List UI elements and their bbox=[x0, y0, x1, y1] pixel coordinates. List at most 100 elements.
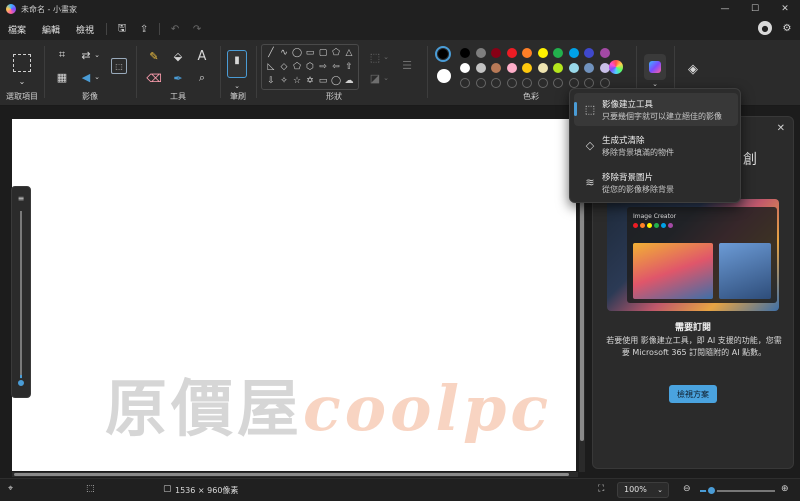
cloud-callout-shape-icon[interactable]: ☁ bbox=[343, 75, 355, 87]
custom-color-slot[interactable] bbox=[491, 78, 501, 88]
custom-color-slot[interactable] bbox=[568, 78, 579, 88]
right-triangle-shape-icon[interactable]: ◺ bbox=[265, 61, 277, 73]
left-arrow-shape-icon[interactable]: ⇦ bbox=[330, 61, 342, 73]
chevron-down-icon[interactable]: ⌄ bbox=[93, 48, 101, 62]
zoom-slider-knob[interactable] bbox=[706, 485, 717, 496]
rectangle-select-icon[interactable] bbox=[13, 54, 31, 72]
crop-icon[interactable]: ⌗ bbox=[55, 48, 69, 62]
curve-shape-icon[interactable]: ∿ bbox=[278, 47, 290, 59]
hexagon-shape-icon[interactable]: ⬡ bbox=[304, 61, 316, 73]
fit-to-window-icon[interactable]: ⛶ bbox=[598, 484, 604, 494]
diamond-shape-icon[interactable]: ◇ bbox=[278, 61, 290, 73]
palette-color-swatch[interactable] bbox=[553, 63, 563, 73]
palette-color-swatch[interactable] bbox=[460, 63, 470, 73]
palette-color-swatch[interactable] bbox=[460, 48, 470, 58]
triangle-shape-icon[interactable]: △ bbox=[343, 47, 355, 59]
brush-size-slider[interactable]: ≡ bbox=[11, 186, 31, 398]
palette-color-swatch[interactable] bbox=[537, 48, 548, 58]
magnifier-icon[interactable]: ⌕ bbox=[195, 71, 209, 85]
menu-edit[interactable]: 編輯 bbox=[34, 23, 68, 36]
palette-color-swatch[interactable] bbox=[522, 63, 532, 73]
horizontal-scrollbar[interactable] bbox=[12, 472, 578, 477]
menu-item-image-creator[interactable]: ⬚ 影像建立工具 只要幾個字就可以建立絕佳的影像 bbox=[574, 93, 738, 126]
redo-icon[interactable]: ↷ bbox=[186, 20, 208, 38]
settings-gear-icon[interactable]: ⚙ bbox=[780, 21, 794, 35]
custom-color-slot[interactable] bbox=[537, 78, 548, 88]
custom-color-slot[interactable] bbox=[553, 78, 563, 88]
minimize-button[interactable]: — bbox=[710, 0, 740, 18]
six-point-star-shape-icon[interactable]: ✡ bbox=[304, 75, 316, 87]
custom-color-slot[interactable] bbox=[522, 78, 532, 88]
fill-style-icon[interactable]: ◪ bbox=[368, 71, 382, 85]
account-avatar-icon[interactable]: ● bbox=[758, 21, 772, 35]
chevron-down-icon[interactable]: ⌄ bbox=[16, 76, 28, 86]
view-plans-button[interactable]: 檢視方案 bbox=[669, 385, 717, 403]
image-adjust-icon[interactable]: ⬚ bbox=[111, 58, 127, 74]
chevron-down-icon[interactable]: ⌄ bbox=[93, 70, 101, 84]
right-arrow-shape-icon[interactable]: ⇨ bbox=[317, 61, 329, 73]
five-point-star-shape-icon[interactable]: ☆ bbox=[291, 75, 303, 87]
custom-color-slot[interactable] bbox=[506, 78, 517, 88]
menu-view[interactable]: 檢視 bbox=[68, 23, 102, 36]
layers-icon[interactable]: ◈ bbox=[684, 60, 702, 78]
slider-track[interactable] bbox=[20, 211, 22, 383]
chevron-down-icon[interactable]: ⌄ bbox=[382, 50, 390, 64]
copilot-button[interactable] bbox=[644, 54, 666, 80]
palette-color-swatch[interactable] bbox=[568, 48, 579, 58]
shape-size-icon[interactable]: ☰ bbox=[399, 58, 415, 72]
image-layers-icon[interactable]: ▦ bbox=[55, 70, 69, 84]
menu-item-generative-erase[interactable]: ◇ 生成式清除 移除背景填滿的物件 bbox=[574, 129, 738, 162]
polygon-shape-icon[interactable]: ⬠ bbox=[330, 47, 342, 59]
up-arrow-shape-icon[interactable]: ⇧ bbox=[343, 61, 355, 73]
palette-color-swatch[interactable] bbox=[599, 48, 610, 58]
menu-file[interactable]: 檔案 bbox=[0, 23, 34, 36]
custom-color-slot[interactable] bbox=[584, 78, 594, 88]
maximize-button[interactable]: ☐ bbox=[740, 0, 770, 18]
resize-icon[interactable]: ⇄ bbox=[79, 48, 93, 62]
slider-knob[interactable] bbox=[16, 378, 26, 388]
custom-color-slot[interactable] bbox=[460, 78, 470, 88]
rectangle-shape-icon[interactable]: ▭ bbox=[304, 47, 316, 59]
palette-color-swatch[interactable] bbox=[506, 63, 517, 73]
pencil-icon[interactable]: ✎ bbox=[147, 49, 161, 63]
chevron-down-icon[interactable]: ⌄ bbox=[231, 82, 243, 90]
share-icon[interactable]: ⇪ bbox=[133, 20, 155, 38]
palette-color-swatch[interactable] bbox=[599, 63, 610, 73]
save-icon[interactable]: 🖫 bbox=[111, 20, 133, 38]
palette-color-swatch[interactable] bbox=[584, 48, 594, 58]
outline-style-icon[interactable]: ⬚ bbox=[368, 50, 382, 64]
palette-color-swatch[interactable] bbox=[584, 63, 594, 73]
down-arrow-shape-icon[interactable]: ⇩ bbox=[265, 75, 277, 87]
color-wheel-icon[interactable] bbox=[609, 60, 623, 74]
undo-icon[interactable]: ↶ bbox=[164, 20, 186, 38]
color-picker-icon[interactable]: ✒ bbox=[171, 71, 185, 85]
palette-color-swatch[interactable] bbox=[537, 63, 548, 73]
horizontal-scrollbar-thumb[interactable] bbox=[14, 473, 569, 476]
zoom-level-select[interactable]: 100% ⌄ bbox=[617, 482, 669, 498]
four-point-star-shape-icon[interactable]: ✧ bbox=[278, 75, 290, 87]
close-button[interactable]: ✕ bbox=[770, 0, 800, 18]
zoom-out-icon[interactable]: ⊖ bbox=[683, 484, 691, 494]
text-tool-icon[interactable]: A bbox=[195, 49, 209, 64]
menu-item-remove-background[interactable]: ≋ 移除背景圖片 從您的影像移除背景 bbox=[574, 166, 738, 199]
palette-color-swatch[interactable] bbox=[491, 48, 501, 58]
palette-color-swatch[interactable] bbox=[522, 48, 532, 58]
fill-bucket-icon[interactable]: ⬙ bbox=[171, 49, 185, 63]
close-icon[interactable]: ✕ bbox=[777, 123, 785, 134]
custom-color-slot[interactable] bbox=[475, 78, 486, 88]
zoom-in-icon[interactable]: ⊕ bbox=[781, 484, 789, 494]
oval-callout-shape-icon[interactable]: ◯ bbox=[330, 75, 342, 87]
palette-color-swatch[interactable] bbox=[491, 63, 501, 73]
palette-color-swatch[interactable] bbox=[475, 63, 486, 73]
chevron-down-icon[interactable]: ⌄ bbox=[649, 80, 661, 88]
secondary-color-swatch[interactable] bbox=[437, 69, 451, 83]
brush-button[interactable]: ▮ bbox=[227, 50, 247, 78]
custom-color-slot[interactable] bbox=[599, 78, 610, 88]
palette-color-swatch[interactable] bbox=[568, 63, 579, 73]
primary-color-swatch[interactable] bbox=[435, 46, 451, 62]
rotate-flip-icon[interactable]: ◀ bbox=[79, 70, 93, 84]
pentagon-shape-icon[interactable]: ⬠ bbox=[291, 61, 303, 73]
callout-shape-icon[interactable]: ▭ bbox=[317, 75, 329, 87]
eraser-icon[interactable]: ⌫ bbox=[146, 71, 162, 85]
chevron-down-icon[interactable]: ⌄ bbox=[382, 71, 390, 85]
